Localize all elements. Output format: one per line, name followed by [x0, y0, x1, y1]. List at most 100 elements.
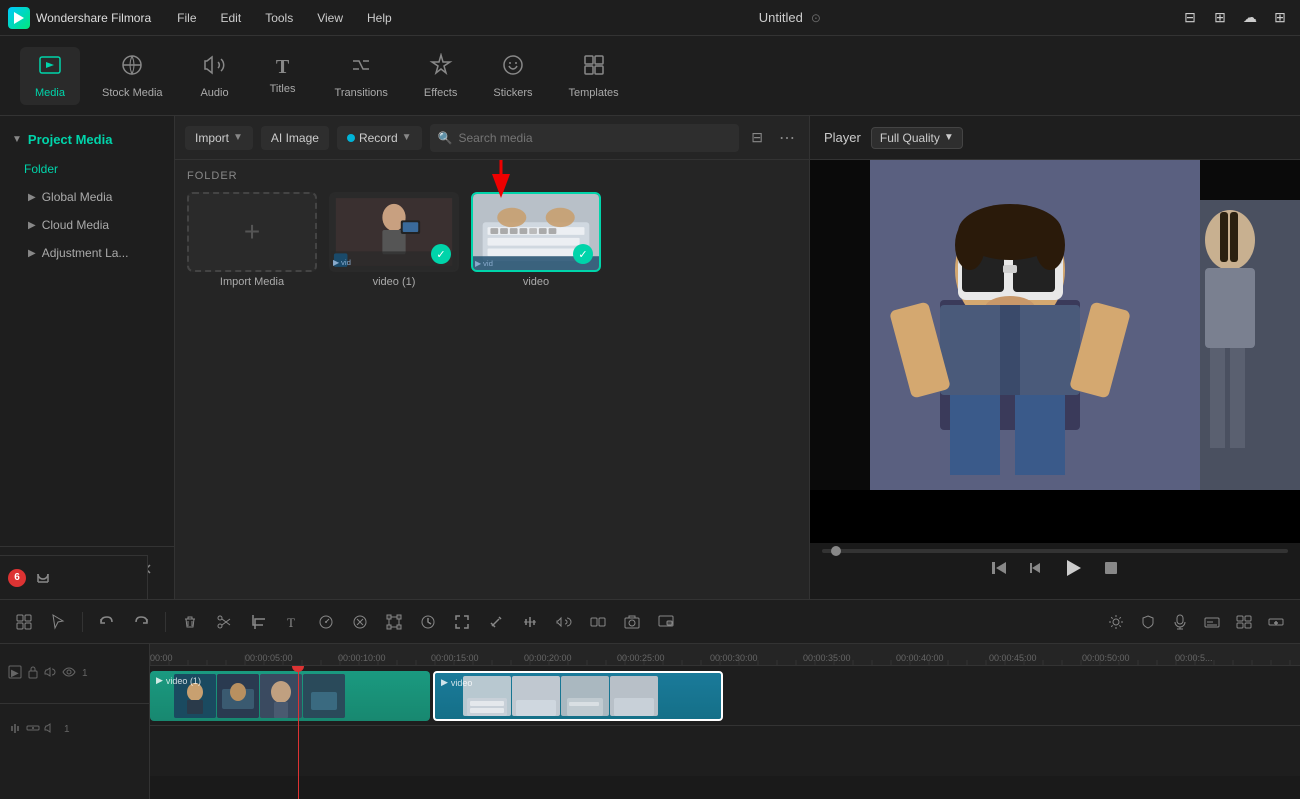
menu-edit[interactable]: Edit	[211, 7, 252, 29]
pip-button[interactable]	[652, 610, 680, 634]
camera-button[interactable]	[618, 610, 646, 634]
tool-transitions[interactable]: Transitions	[321, 47, 402, 105]
tool-effects-label: Effects	[424, 87, 457, 99]
tool-stickers-label: Stickers	[493, 87, 532, 99]
redo-button[interactable]	[127, 610, 155, 634]
cloud-icon[interactable]: ☁	[1238, 6, 1262, 30]
import-button[interactable]: Import ▼	[185, 126, 253, 150]
import-media-item[interactable]: + Import Media	[187, 192, 317, 288]
color-button[interactable]	[346, 610, 374, 634]
menu-tools[interactable]: Tools	[255, 7, 303, 29]
multicam-icon[interactable]	[1230, 610, 1258, 634]
step-back-button[interactable]	[990, 559, 1008, 577]
progress-bar[interactable]	[822, 549, 1288, 553]
player-panel: Player Full Quality ▼	[810, 116, 1300, 599]
play-button[interactable]	[1062, 557, 1084, 579]
stop-button[interactable]	[1102, 559, 1120, 577]
ai-image-button[interactable]: AI Image	[261, 126, 329, 150]
eye-track-icon[interactable]	[62, 665, 76, 682]
app-icon	[8, 7, 30, 29]
add-track-icon[interactable]	[1262, 610, 1290, 634]
import-media-label: Import Media	[220, 276, 284, 288]
scissors-button[interactable]	[210, 610, 238, 634]
tool-templates[interactable]: Templates	[554, 47, 632, 105]
video1-label: video (1)	[373, 276, 416, 288]
tool-effects[interactable]: Effects	[410, 47, 471, 105]
chevron-right-icon-adj: ▶	[28, 248, 36, 259]
settings-icon[interactable]	[1102, 610, 1130, 634]
sidebar-cloud-media[interactable]: ▶ Cloud Media	[4, 211, 170, 239]
sidebar-adjustment-layer[interactable]: ▶ Adjustment La...	[4, 239, 170, 267]
frame-back-button[interactable]	[1026, 559, 1044, 577]
volume-audio-icon[interactable]	[44, 721, 58, 738]
video-track-number: 1	[82, 668, 88, 679]
video1-item[interactable]: ▶ vid ✓ video (1)	[329, 192, 459, 288]
menu-file[interactable]: File	[167, 7, 206, 29]
tool-stickers[interactable]: Stickers	[479, 47, 546, 105]
fullscreen-icon[interactable]: ⊞	[1208, 6, 1232, 30]
volume-track-icon[interactable]	[44, 665, 58, 682]
timeline-ruler: 00:00 00:00:05:00 00:00:10:00 00:00:15:0…	[150, 644, 1300, 666]
import-label: Import	[195, 131, 229, 145]
lock-track-icon[interactable]	[26, 665, 40, 682]
search-input[interactable]	[459, 131, 732, 145]
player-video	[810, 160, 1300, 543]
select-tool[interactable]	[44, 610, 72, 634]
expand-button[interactable]	[448, 610, 476, 634]
text-button[interactable]: T	[278, 610, 306, 634]
minimize-icon[interactable]: ⊟	[1178, 6, 1202, 30]
grid-icon[interactable]: ⊞	[1268, 6, 1292, 30]
media-toolbar: Import ▼ AI Image Record ▼ 🔍 ⊟ ⋯	[175, 116, 809, 160]
mic-icon[interactable]	[1166, 610, 1194, 634]
tool-media[interactable]: Media	[20, 47, 80, 105]
fill-button[interactable]	[482, 610, 510, 634]
timeline-content: ▶ 1	[0, 644, 1300, 799]
tool-stock[interactable]: Stock Media	[88, 47, 177, 105]
undo-button[interactable]	[93, 610, 121, 634]
magnetic-snap-icon[interactable]	[34, 569, 52, 587]
video-track-label: ▶ 1	[0, 644, 149, 704]
project-media-label: Project Media	[28, 132, 113, 147]
shield-icon[interactable]	[1134, 610, 1162, 634]
time-button[interactable]	[414, 610, 442, 634]
add-audio-icon[interactable]	[26, 721, 40, 738]
speed-button[interactable]	[312, 610, 340, 634]
menu-bar: Wondershare Filmora File Edit Tools View…	[0, 0, 1300, 36]
timeline-right-tools	[1102, 610, 1290, 634]
tool-titles[interactable]: T Titles	[253, 50, 313, 101]
timeline-clip-2[interactable]: ▶ video	[433, 671, 723, 721]
delete-button[interactable]	[176, 610, 204, 634]
audio-track-icon	[8, 721, 22, 738]
playhead-number: 6	[8, 569, 26, 587]
crop-button[interactable]	[244, 610, 272, 634]
add-track-icon[interactable]: ▶	[8, 665, 22, 682]
plus-icon: +	[244, 216, 260, 248]
clip2-play-icon: ▶	[441, 677, 448, 688]
playback-controls	[822, 557, 1288, 579]
more-options-icon[interactable]: ⋯	[775, 124, 799, 152]
video2-item[interactable]: ▶ vid ✓ video	[471, 192, 601, 288]
subtitles-icon[interactable]	[1198, 610, 1226, 634]
transform-button[interactable]	[380, 610, 408, 634]
tool-audio[interactable]: Audio	[185, 47, 245, 105]
clip2-label: ▶ video	[441, 677, 472, 688]
timeline-clip-1[interactable]: ▶ video (1)	[150, 671, 430, 721]
menu-view[interactable]: View	[307, 7, 353, 29]
toolbar-separator-1	[82, 612, 83, 632]
video-track: ▶ video (1)	[150, 666, 1300, 726]
scene-split-tool[interactable]	[10, 610, 38, 634]
app-logo: Wondershare Filmora	[8, 7, 151, 29]
merge-button[interactable]	[584, 610, 612, 634]
audio-clip-button[interactable]	[550, 610, 578, 634]
media-panel: Import ▼ AI Image Record ▼ 🔍 ⊟ ⋯ FOLDER	[175, 116, 810, 599]
filter-icon[interactable]: ⊟	[747, 125, 767, 150]
record-button[interactable]: Record ▼	[337, 126, 422, 150]
toolbar: Media Stock Media Audio T Titles Transit…	[0, 36, 1300, 116]
quality-select[interactable]: Full Quality ▼	[871, 127, 963, 149]
sidebar-global-media[interactable]: ▶ Global Media	[4, 183, 170, 211]
sidebar-project-media[interactable]: ▼ Project Media	[0, 124, 174, 155]
equalizer-button[interactable]	[516, 610, 544, 634]
tool-titles-label: Titles	[270, 83, 296, 95]
menu-help[interactable]: Help	[357, 7, 402, 29]
tool-stock-label: Stock Media	[102, 87, 163, 99]
